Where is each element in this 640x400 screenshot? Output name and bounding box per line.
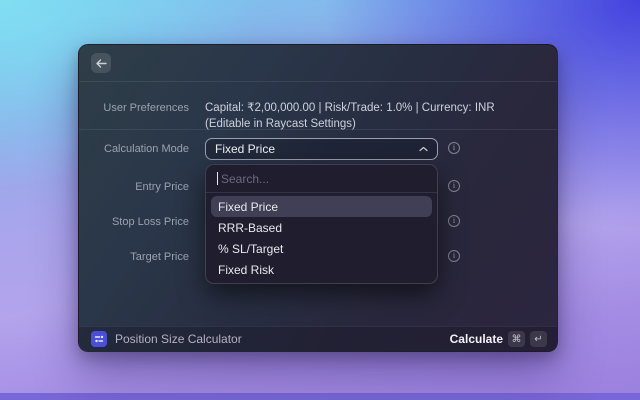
chevron-up-icon (419, 146, 428, 152)
target-price-label: Target Price (130, 251, 189, 263)
user-preferences-value: Capital: ₹2,00,000.00 | Risk/Trade: 1.0%… (205, 101, 535, 132)
preferences-divider (79, 129, 557, 130)
extension-icon (91, 331, 107, 347)
text-caret (217, 172, 218, 185)
desktop-bottom-strip (0, 393, 640, 400)
info-icon[interactable]: i (448, 215, 460, 227)
desktop-background: User Preferences Capital: ₹2,00,000.00 |… (0, 0, 640, 400)
window-header (79, 45, 557, 81)
search-input[interactable] (206, 165, 437, 192)
extension-title: Position Size Calculator (115, 332, 242, 346)
calculate-action[interactable]: Calculate ⌘ ↵ (450, 331, 547, 347)
info-icon[interactable]: i (448, 142, 460, 154)
calculation-mode-value: Fixed Price (215, 142, 276, 156)
calculation-mode-select[interactable]: Fixed Price (205, 138, 438, 160)
stop-loss-price-label: Stop Loss Price (111, 216, 189, 228)
dropdown-option-fixed-price[interactable]: Fixed Price (211, 196, 432, 217)
info-icon[interactable]: i (448, 250, 460, 262)
return-key-icon: ↵ (530, 331, 547, 347)
entry-price-label: Entry Price (135, 181, 189, 193)
calculate-label: Calculate (449, 332, 503, 346)
calculation-mode-dropdown: Fixed Price RRR-Based % SL/Target Fixed … (205, 164, 438, 284)
bottom-action-bar: Position Size Calculator Calculate ⌘ ↵ (79, 326, 557, 351)
dropdown-option-rrr-based[interactable]: RRR-Based (211, 217, 432, 238)
back-button[interactable] (91, 53, 111, 73)
raycast-window: User Preferences Capital: ₹2,00,000.00 |… (78, 44, 558, 352)
dropdown-option-fixed-risk[interactable]: Fixed Risk (211, 259, 432, 280)
preferences-summary-line1: Capital: ₹2,00,000.00 | Risk/Trade: 1.0%… (205, 102, 495, 114)
info-icon[interactable]: i (448, 180, 460, 192)
dropdown-option-sl-target[interactable]: % SL/Target (211, 238, 432, 259)
dropdown-options-list: Fixed Price RRR-Based % SL/Target Fixed … (206, 193, 437, 283)
back-arrow-icon (95, 56, 107, 71)
user-preferences-label: User Preferences (103, 102, 189, 114)
calculation-mode-label: Calculation Mode (104, 143, 189, 155)
header-divider (79, 81, 557, 82)
command-key-icon: ⌘ (508, 331, 525, 347)
dropdown-search (206, 165, 437, 192)
